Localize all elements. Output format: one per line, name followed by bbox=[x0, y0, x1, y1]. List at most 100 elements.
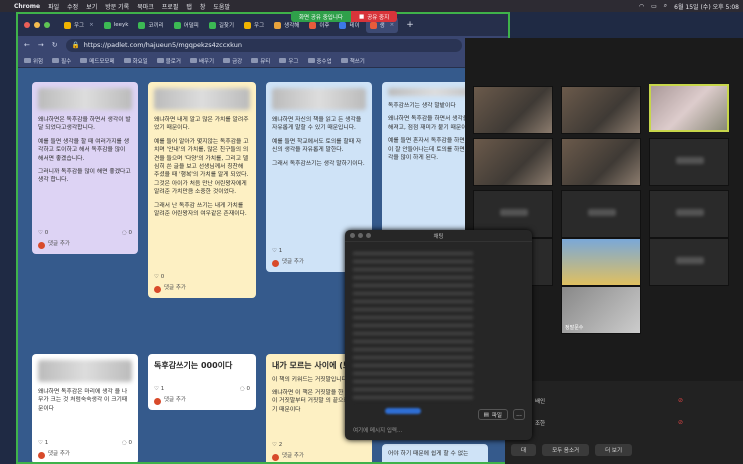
post-card[interactable]: 왜냐하면 독후감은 마리에 생각 을 나무가 크는 것 처럼숙숙생각 이 크기때… bbox=[32, 354, 138, 462]
add-comment-button[interactable]: 댓글 추가 bbox=[272, 259, 304, 267]
participant-video-active[interactable] bbox=[649, 84, 729, 132]
close-icon[interactable]: × bbox=[390, 22, 395, 28]
menu-tab[interactable]: 탭 bbox=[186, 2, 192, 11]
search-icon[interactable]: ⌕ bbox=[664, 2, 667, 10]
leave-button[interactable]: 대 bbox=[511, 444, 537, 456]
more-button[interactable]: 더 보기 bbox=[595, 444, 633, 456]
menu-view[interactable]: 보기 bbox=[86, 2, 97, 11]
participant-video[interactable] bbox=[561, 138, 641, 186]
self-video[interactable]: 정말문수 bbox=[561, 286, 641, 334]
comment-count-button[interactable]: ◌ 0 bbox=[122, 440, 132, 448]
add-comment-button[interactable]: 댓글 추가 bbox=[154, 397, 186, 405]
tab-4[interactable]: 길찾기 bbox=[205, 17, 238, 33]
forward-arrow-icon[interactable]: → bbox=[38, 41, 44, 49]
bookmark-7[interactable]: 뮤티 bbox=[251, 57, 270, 65]
like-button[interactable]: ♡ 0 bbox=[154, 274, 164, 282]
more-options-button[interactable]: ... bbox=[513, 409, 525, 420]
participant-row[interactable]: 조한 bbox=[535, 419, 545, 427]
bookmark-2[interactable]: 메드모모페 bbox=[80, 57, 115, 65]
menu-help[interactable]: 도움말 bbox=[213, 2, 230, 11]
post-card[interactable]: 왜냐하면 내게 알고 많은 가치를 알려주었기 때문이다. 예를 들어 알아가 … bbox=[148, 82, 256, 298]
tab-2[interactable]: 코끼리 bbox=[134, 17, 167, 33]
post-card[interactable]: 독후감쓰기는 000이다 ♡ 1 ◌ 0 댓글 추가 bbox=[148, 354, 256, 410]
like-button[interactable]: ♡ 1 bbox=[272, 248, 282, 256]
participant-image-tile[interactable] bbox=[561, 238, 641, 286]
reload-icon[interactable]: ↻ bbox=[52, 41, 58, 49]
comment-count-button[interactable]: ◌ 0 bbox=[240, 386, 250, 394]
bookmark-3[interactable]: 화요일 bbox=[123, 57, 148, 65]
file-icon: ▤ bbox=[483, 411, 489, 418]
participant-tile[interactable] bbox=[649, 238, 729, 286]
add-comment-button[interactable]: 댓글 추가 bbox=[38, 451, 70, 459]
folder-icon bbox=[223, 58, 231, 63]
mic-muted-icon[interactable]: ⊘ bbox=[678, 419, 683, 426]
bookmark-6[interactable]: 금강 bbox=[223, 57, 242, 65]
menu-history[interactable]: 방문 기록 bbox=[105, 2, 129, 11]
folder-icon bbox=[24, 58, 31, 63]
bookmark-0[interactable]: 위험 bbox=[24, 57, 43, 65]
close-icon[interactable]: × bbox=[89, 22, 94, 28]
share-status[interactable]: 화면 공유 중입니다 bbox=[291, 11, 351, 22]
post-card[interactable]: 왜냐하면은 독후감을 하면서 생각이 발달 되었다고생각합니다. 예를 들면 생… bbox=[32, 82, 138, 254]
add-comment-button[interactable]: 댓글 추가 bbox=[38, 241, 70, 249]
participant-tile[interactable] bbox=[649, 190, 729, 238]
bookmark-1[interactable]: 필수 bbox=[52, 57, 71, 65]
menu-clock[interactable]: 6월 15일 (수) 오후 5:08 bbox=[674, 2, 739, 11]
screen-share-indicator: 화면 공유 중입니다 ■ 공유 중지 bbox=[291, 11, 398, 22]
participants-panel: 배인 ⊘ 조한 ⊘ 대 모두 음소거 더 보기 bbox=[505, 381, 743, 464]
stop-share-button[interactable]: ■ 공유 중지 bbox=[350, 11, 398, 22]
menu-file[interactable]: 파일 bbox=[48, 2, 59, 11]
participant-tile[interactable] bbox=[561, 190, 641, 238]
back-arrow-icon[interactable]: ← bbox=[24, 41, 30, 49]
blurred-name bbox=[676, 257, 704, 264]
like-button[interactable]: ♡ 1 bbox=[38, 440, 48, 448]
minimize-window-button[interactable] bbox=[34, 22, 40, 28]
chat-message-input[interactable]: 여기에 메시지 입력... bbox=[353, 426, 402, 434]
participant-video[interactable] bbox=[473, 138, 553, 186]
mute-all-button[interactable]: 모두 음소거 bbox=[542, 444, 590, 456]
post-text: 예를 들면 학교에서도 토의를 할때 자신의 생각을 자유롭게 말한다. bbox=[272, 138, 362, 154]
menu-bookmarks[interactable]: 북마크 bbox=[137, 2, 154, 11]
mic-muted-icon[interactable]: ⊘ bbox=[678, 397, 683, 404]
bookmark-10[interactable]: 책쓰기 bbox=[340, 57, 365, 65]
bookmark-4[interactable]: 블로거 bbox=[156, 57, 181, 65]
post-card[interactable]: 어야 하기 때문에 쉽게 할 수 없는 bbox=[382, 444, 488, 462]
bookmark-5[interactable]: 배우기 bbox=[189, 57, 214, 65]
menu-profile[interactable]: 프로필 bbox=[162, 2, 179, 11]
zoom-window-button[interactable] bbox=[44, 22, 50, 28]
avatar bbox=[272, 453, 279, 461]
menu-app-name[interactable]: Chrome bbox=[14, 3, 40, 10]
bookmark-8[interactable]: 우그 bbox=[279, 57, 299, 65]
close-window-button[interactable] bbox=[24, 22, 30, 28]
post-text: 그래서 난 독후감 쓰기는 내게 가치를 알려준 어린왕자의 여우같은 존재이다… bbox=[154, 202, 247, 217]
add-comment-button[interactable]: 댓글 추가 bbox=[154, 285, 186, 293]
comment-count-button[interactable]: ◌ 0 bbox=[122, 230, 132, 238]
wifi-icon[interactable]: ◠ bbox=[639, 3, 644, 10]
tab-1[interactable]: leeyk bbox=[100, 17, 133, 33]
bookmark-9[interactable]: 중수업 bbox=[307, 57, 332, 65]
like-button[interactable]: ♡ 0 bbox=[38, 230, 48, 238]
tab-3[interactable]: 어덜피 bbox=[170, 17, 203, 33]
bookmark-label: 블로거 bbox=[165, 58, 181, 65]
url-input[interactable]: 🔒 https://padlet.com/hajueun5/mgqpekzs4z… bbox=[65, 38, 462, 52]
author-blurred bbox=[154, 88, 250, 110]
participant-video[interactable] bbox=[561, 86, 641, 134]
new-tab-button[interactable]: + bbox=[406, 20, 414, 30]
folder-icon bbox=[52, 58, 60, 63]
file-button[interactable]: ▤ 파일 bbox=[477, 409, 508, 420]
menu-edit[interactable]: 수정 bbox=[67, 2, 78, 11]
tab-0[interactable]: 우그 × bbox=[60, 17, 98, 33]
tab-label: 이후 bbox=[319, 23, 330, 29]
menu-window[interactable]: 창 bbox=[200, 2, 206, 11]
add-comment-button[interactable]: 댓글 추가 bbox=[272, 453, 304, 461]
participant-row[interactable]: 배인 bbox=[535, 397, 545, 405]
participant-video[interactable] bbox=[473, 86, 553, 134]
battery-icon[interactable]: ▭ bbox=[651, 3, 657, 10]
reaction-row: ♡ 0 bbox=[154, 274, 250, 282]
folder-icon bbox=[340, 58, 348, 63]
lock-icon[interactable]: 🔒 bbox=[72, 41, 80, 49]
participant-tile[interactable] bbox=[649, 138, 729, 186]
like-button[interactable]: ♡ 1 bbox=[154, 386, 164, 394]
like-button[interactable]: ♡ 2 bbox=[272, 442, 282, 450]
tab-5[interactable]: 우그 bbox=[240, 17, 268, 33]
